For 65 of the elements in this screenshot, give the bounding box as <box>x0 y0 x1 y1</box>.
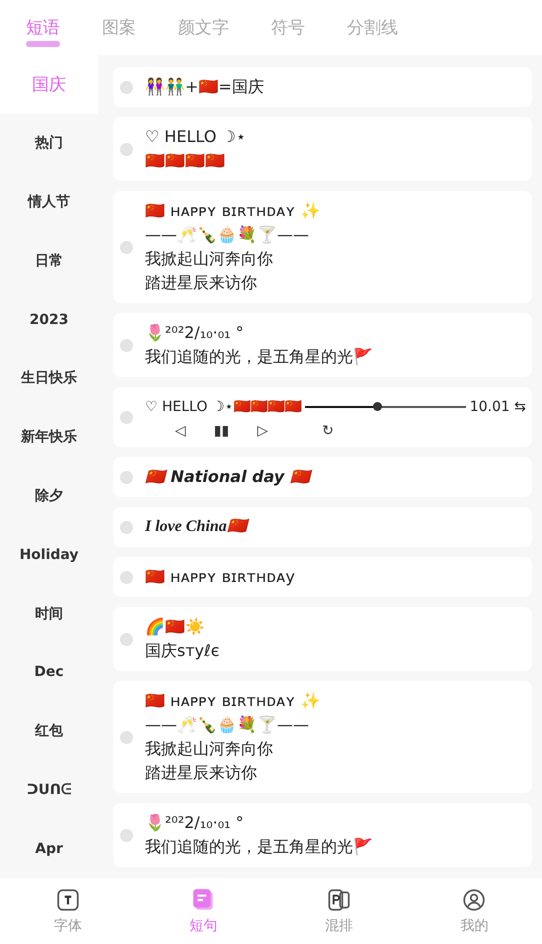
phrase-card[interactable]: 🌈🇨🇳☀ 国庆ѕтуℓє <box>113 607 532 671</box>
phrase-card[interactable]: 👭👬+🇨🇳=国庆 <box>113 67 532 107</box>
category-item[interactable]: Holiday <box>0 525 98 584</box>
radio-button[interactable] <box>120 338 133 352</box>
category-item[interactable]: 红包 <box>0 702 98 761</box>
category-item[interactable]: 生日快乐 <box>0 348 98 408</box>
phrase-text: ▮▮ <box>214 423 230 439</box>
radio-button[interactable] <box>120 80 133 94</box>
phrase-text: 🌈🇨🇳☀ <box>145 616 206 638</box>
phrase-text: 🇨🇳 ʜᴀᴘᴘʏ ʙɪʀᴛʜᴅᴀʏ ✨ <box>145 200 322 222</box>
phrase-card[interactable]: 🌷²⁰²2/₁₀·₀₁ ° 我们追随的光，是五角星的光🚩 <box>113 803 532 867</box>
slider-thumb[interactable] <box>373 402 382 411</box>
phrase-text: 🌷²⁰²2/₁₀·₀₁ ° <box>145 322 245 344</box>
phrase-text: 我掀起山河奔向你 <box>145 248 274 270</box>
radio-button[interactable] <box>120 410 133 424</box>
phrase-text: 🇨🇳 National day 🇨🇳 <box>145 465 526 489</box>
phrase-text: ♡ HELLO ☽⋆🇨🇳🇨🇳🇨🇳🇨🇳 <box>145 398 302 417</box>
phrase-text: ♡ HELLO ☽⋆ <box>145 126 247 148</box>
phrase-text: 我们追随的光，是五角星的光🚩 <box>145 346 374 368</box>
category-item[interactable]: Apr <box>0 819 98 878</box>
category-item[interactable]: Dec <box>0 642 98 702</box>
radio-button[interactable] <box>120 570 133 584</box>
phrase-text: ▷ <box>257 423 268 439</box>
phrase-text: 🇨🇳🇨🇳🇨🇳🇨🇳 <box>145 150 226 172</box>
category-item[interactable]: 日常 <box>0 231 98 290</box>
phrase-card[interactable]: 🇨🇳 ʜᴀᴘᴘʏ ʙɪʀᴛʜᴅᴀʏ ✨ ——🥂🍾🧁💐🍸—— 我掀起山河奔向你 踏进星辰来访你 <box>113 681 532 793</box>
category-item[interactable]: 新年快乐 <box>0 408 98 467</box>
phrase-text: 🇨🇳 ʜᴀᴘᴘʏ ʙɪʀᴛʜᴅᴀʏ ✨ <box>145 690 322 712</box>
radio-button[interactable] <box>120 730 133 744</box>
phrase-text: 我们追随的光，是五角星的光🚩 <box>145 836 374 858</box>
phrase-text: ——🥂🍾🧁💐🍸—— <box>145 714 310 736</box>
phrase-text: 踏进星辰来访你 <box>145 272 258 294</box>
radio-button[interactable] <box>120 142 133 156</box>
font-icon <box>54 887 81 913</box>
radio-button[interactable] <box>120 470 133 484</box>
phrase-card[interactable]: 🇨🇳 ʜᴀᴘᴘʏ ʙɪʀᴛʜᴅᴀy <box>113 557 532 597</box>
phrase-card[interactable]: ♡ HELLO ☽⋆ 🇨🇳🇨🇳🇨🇳🇨🇳 <box>113 117 532 181</box>
phrase-card[interactable]: ♡ HELLO ☽⋆🇨🇳🇨🇳🇨🇳🇨🇳 10.01 ⇆ ◁ ▮▮ ▷ ↻ <box>113 387 532 447</box>
phrase-card[interactable]: 🌷²⁰²2/₁₀·₀₁ ° 我们追随的光，是五角星的光🚩 <box>113 313 532 377</box>
category-item[interactable]: 情人节 <box>0 172 98 232</box>
phrase-text: 🌷²⁰²2/₁₀·₀₁ ° <box>145 812 245 834</box>
phrase-text: ↻ <box>322 423 334 439</box>
phrase-card[interactable]: 🇨🇳 ʜᴀᴘᴘʏ ʙɪʀᴛʜᴅᴀʏ ✨ ——🥂🍾🧁💐🍸—— 我掀起山河奔向你 踏进星辰来访你 <box>113 191 532 303</box>
phrase-text: 踏进星辰来访你 <box>145 762 258 784</box>
phrase-text: 👭👬+🇨🇳=国庆 <box>145 76 265 98</box>
phrase-card[interactable]: I love China🇨🇳 <box>113 507 532 547</box>
category-item[interactable]: 2023 <box>0 290 98 349</box>
category-item[interactable]: 热门 <box>0 114 98 173</box>
phrase-text: ——🥂🍾🧁💐🍸—— <box>145 224 310 246</box>
category-item[interactable]: 时间 <box>0 584 98 643</box>
radio-button[interactable] <box>120 828 133 842</box>
radio-button[interactable] <box>120 632 133 646</box>
person-icon <box>461 887 488 913</box>
phrase-text: 我掀起山河奔向你 <box>145 738 274 760</box>
category-item[interactable]: ᑐᑌᑎᕮ <box>0 760 98 820</box>
category-item[interactable]: 除夕 <box>0 466 98 526</box>
document-icon <box>326 887 352 913</box>
phrase-card[interactable]: 🇨🇳 National day 🇨🇳 <box>113 457 532 497</box>
phrase-text: 🇨🇳 ʜᴀᴘᴘʏ ʙɪʀᴛʜᴅᴀy <box>145 566 296 588</box>
phrase-text: ◁ <box>175 423 186 439</box>
phrase-text: 国庆ѕтуℓє <box>145 640 221 662</box>
radio-button[interactable] <box>120 240 133 254</box>
radio-button[interactable] <box>120 520 133 534</box>
phrase-text: 10.01 ⇆ <box>470 398 526 417</box>
phrase-text: I love China🇨🇳 <box>145 515 526 539</box>
